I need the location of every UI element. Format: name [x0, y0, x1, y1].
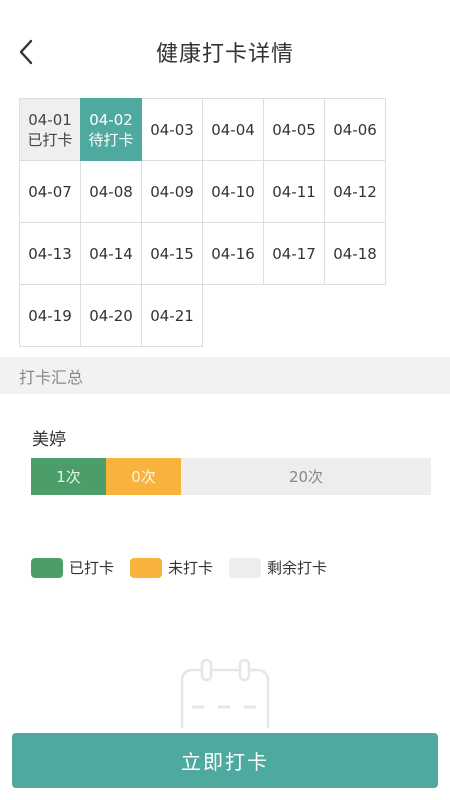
calendar-day-cell[interactable]: 04-19: [19, 284, 81, 347]
header: 健康打卡详情: [0, 0, 450, 100]
calendar-day-date: 04-20: [89, 306, 133, 325]
calendar-day-date: 04-02: [89, 110, 133, 129]
calendar-day-date: 04-10: [211, 182, 255, 201]
calendar-day-date: 04-12: [333, 182, 377, 201]
calendar-day-cell[interactable]: 04-04: [202, 98, 264, 161]
calendar-day-date: 04-16: [211, 244, 255, 263]
legend-item-missed: 未打卡: [130, 557, 213, 578]
calendar-day-cell[interactable]: 04-16: [202, 222, 264, 285]
missed-segment: 0次: [106, 458, 181, 495]
calendar-day-status: 已打卡: [27, 130, 73, 149]
calendar-day-date: 04-19: [28, 306, 72, 325]
calendar-day-cell[interactable]: 04-13: [19, 222, 81, 285]
page-title: 健康打卡详情: [155, 42, 294, 67]
legend-label-missed: 未打卡: [168, 559, 214, 577]
legend-swatch-remaining: [229, 557, 262, 578]
calendar-day-date: 04-14: [89, 244, 133, 263]
calendar-day-date: 04-04: [211, 120, 255, 139]
calendar-day-date: 04-11: [272, 182, 316, 201]
calendar-illustration-icon: [180, 658, 270, 728]
checkin-now-button[interactable]: 立即打卡: [12, 733, 438, 788]
summary-title: 打卡汇总: [19, 367, 84, 387]
calendar-day-cell[interactable]: 04-18: [324, 222, 386, 285]
calendar-day-date: 04-17: [272, 244, 316, 263]
calendar-day-cell[interactable]: 04-01 已打卡: [19, 98, 81, 161]
calendar-day-date: 04-13: [28, 244, 72, 263]
calendar-day-status: 待打卡: [88, 130, 134, 149]
remaining-segment: 20次: [181, 458, 431, 495]
calendar-day-cell[interactable]: 04-03: [141, 98, 203, 161]
calendar-day-cell[interactable]: 04-14: [80, 222, 142, 285]
calendar-grid: 04-01 已打卡 04-02 待打卡 04-03 04-04 04-05 04-06 04-0…: [19, 98, 391, 347]
calendar-day-date: 04-07: [28, 182, 72, 201]
calendar-day-date: 04-15: [150, 244, 194, 263]
checkin-progress-bar: 1次 0次 20次: [31, 458, 431, 495]
calendar-day-date: 04-01: [28, 110, 72, 129]
calendar-day-date: 04-09: [150, 182, 194, 201]
calendar-day-cell[interactable]: 04-17: [263, 222, 325, 285]
done-segment: 1次: [31, 458, 106, 495]
calendar-day-date: 04-06: [333, 120, 377, 139]
calendar-day-cell[interactable]: 04-06: [324, 98, 386, 161]
calendar-day-cell[interactable]: 04-15: [141, 222, 203, 285]
summary-section-header: 打卡汇总: [0, 357, 450, 394]
calendar-day-cell[interactable]: 04-11: [263, 160, 325, 223]
legend: 已打卡 未打卡 剩余打卡: [31, 557, 343, 578]
calendar-day-cell[interactable]: 04-09: [141, 160, 203, 223]
calendar-day-cell[interactable]: 04-10: [202, 160, 264, 223]
legend-label-remaining: 剩余打卡: [267, 559, 328, 577]
calendar-day-date: 04-03: [150, 120, 194, 139]
legend-label-done: 已打卡: [69, 559, 115, 577]
calendar-day-cell[interactable]: 04-21: [141, 284, 203, 347]
calendar-day-date: 04-08: [89, 182, 133, 201]
calendar-day-cell[interactable]: 04-12: [324, 160, 386, 223]
legend-swatch-missed: [130, 557, 163, 578]
calendar-day-cell[interactable]: 04-07: [19, 160, 81, 223]
calendar-day-cell[interactable]: 04-02 待打卡: [80, 98, 142, 161]
calendar-day-cell[interactable]: 04-08: [80, 160, 142, 223]
calendar-day-cell[interactable]: 04-05: [263, 98, 325, 161]
calendar-day-cell[interactable]: 04-20: [80, 284, 142, 347]
calendar-day-date: 04-21: [150, 306, 194, 325]
legend-swatch-done: [31, 557, 63, 578]
calendar-day-date: 04-18: [333, 244, 377, 263]
legend-item-remaining: 剩余打卡: [229, 557, 327, 578]
person-name: 美婷: [32, 430, 66, 450]
legend-item-done: 已打卡: [31, 557, 114, 578]
calendar-day-date: 04-05: [272, 120, 316, 139]
